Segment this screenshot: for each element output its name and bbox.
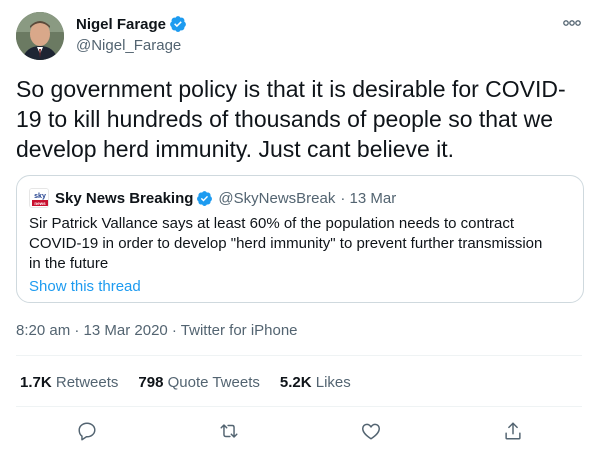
divider: [16, 406, 582, 407]
tweet-actions: [0, 416, 598, 446]
tweet-stats: 1.7K Retweets 798 Quote Tweets 5.2K Like…: [20, 374, 371, 391]
svg-text:news: news: [34, 201, 46, 206]
quoted-handle: @SkyNewsBreak: [218, 189, 336, 207]
verified-badge-icon: [197, 190, 213, 206]
tweet-timestamp[interactable]: 8:20 am · 13 Mar 2020 · Twitter for iPho…: [16, 322, 298, 339]
likes-label: Likes: [315, 374, 351, 391]
quoted-date: · 13 Mar: [340, 189, 397, 207]
like-icon[interactable]: [360, 420, 382, 442]
sky-news-logo: sky news: [29, 188, 49, 208]
quote-tweets-stat[interactable]: 798 Quote Tweets: [138, 374, 259, 391]
avatar[interactable]: [16, 12, 64, 60]
quoted-display-name: Sky News Breaking: [55, 189, 194, 207]
retweets-label: Retweets: [55, 374, 119, 391]
author-handle[interactable]: @Nigel_Farage: [76, 37, 187, 54]
retweet-icon[interactable]: [218, 420, 240, 442]
tweet-text: So government policy is that it is desir…: [16, 76, 566, 162]
reply-icon[interactable]: [76, 420, 98, 442]
retweets-stat[interactable]: 1.7K Retweets: [20, 374, 118, 391]
quote-tweets-count: 798: [138, 374, 164, 391]
likes-count: 5.2K: [279, 374, 312, 391]
svg-text:sky: sky: [34, 193, 46, 200]
divider: [16, 355, 582, 356]
quote-tweets-label: Quote Tweets: [167, 374, 260, 391]
quoted-tweet-text: Sir Patrick Vallance says at least 60% o…: [29, 215, 543, 272]
show-thread-link[interactable]: Show this thread: [29, 278, 141, 295]
tweet-header: Nigel Farage @Nigel_Farage: [16, 12, 584, 60]
share-icon[interactable]: [502, 420, 524, 442]
quoted-tweet[interactable]: sky news Sky News Breaking @SkyNewsBreak…: [16, 175, 584, 303]
author-display-name[interactable]: Nigel Farage: [76, 16, 166, 33]
avatar-image: [16, 12, 64, 60]
author-info: Nigel Farage @Nigel_Farage: [76, 14, 187, 54]
likes-stat[interactable]: 5.2K Likes: [280, 374, 351, 391]
retweets-count: 1.7K: [20, 374, 52, 391]
more-options-icon[interactable]: [562, 16, 582, 30]
quoted-tweet-header: sky news Sky News Breaking @SkyNewsBreak…: [29, 188, 396, 208]
verified-badge-icon: [170, 16, 186, 32]
